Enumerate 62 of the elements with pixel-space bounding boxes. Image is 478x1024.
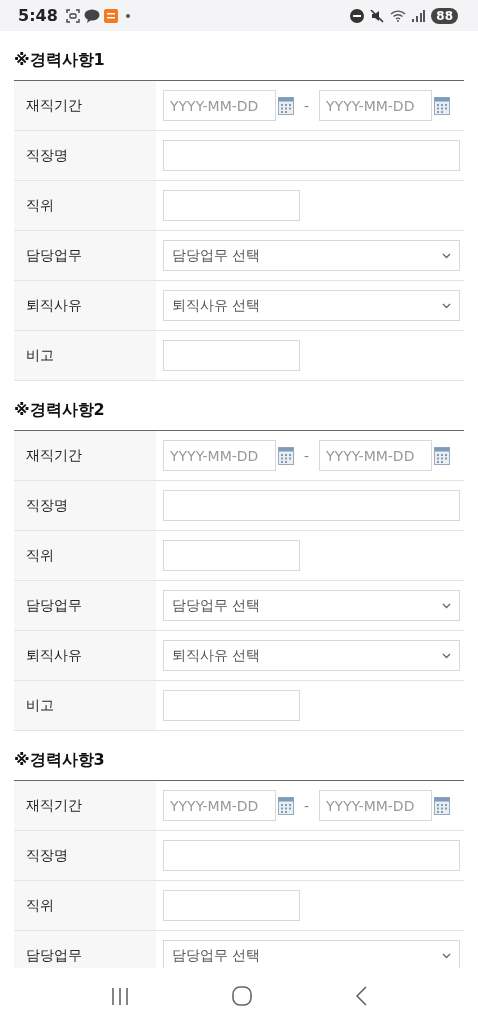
app-icon (103, 8, 118, 23)
chevron-down-icon (442, 252, 451, 259)
field-label: 담당업무 (26, 596, 82, 615)
notification-dot-icon (125, 13, 130, 18)
wifi-icon (390, 9, 407, 22)
calendar-icon[interactable] (434, 96, 451, 115)
input-field[interactable] (163, 840, 460, 871)
screenshot-icon (65, 8, 80, 23)
field-label: 재직기간 (26, 796, 82, 815)
field-label: 직위 (26, 896, 54, 915)
field-label: 비고 (26, 346, 54, 365)
date-field[interactable]: YYYY-MM-DD (319, 440, 433, 471)
field-label: 직장명 (26, 146, 68, 165)
date-field[interactable]: YYYY-MM-DD (163, 90, 276, 121)
date-field[interactable]: YYYY-MM-DD (163, 790, 276, 821)
dropdown[interactable]: 퇴직사유 선택 (163, 290, 460, 321)
dropdown[interactable]: 담당업무 선택 (163, 940, 460, 968)
home-icon[interactable] (232, 986, 252, 1006)
field-label: 직장명 (26, 846, 68, 865)
date-field[interactable]: YYYY-MM-DD (319, 90, 433, 121)
date-field[interactable]: YYYY-MM-DD (319, 790, 433, 821)
input-field[interactable] (163, 690, 300, 721)
dropdown[interactable]: 담당업무 선택 (163, 590, 460, 621)
field-label: 담당업무 (26, 946, 82, 965)
do-not-disturb-icon (350, 8, 365, 23)
clock: 5:48 (18, 6, 58, 25)
field-label: 재직기간 (26, 96, 82, 115)
field-label: 재직기간 (26, 446, 82, 465)
field-label: 직위 (26, 546, 54, 565)
recent-apps-icon[interactable] (111, 987, 130, 1005)
range-separator: - (304, 797, 310, 814)
chevron-down-icon (442, 652, 451, 659)
input-field[interactable] (163, 490, 460, 521)
chat-bubble-icon (83, 8, 100, 23)
dropdown[interactable]: 퇴직사유 선택 (163, 640, 460, 671)
calendar-icon[interactable] (434, 446, 451, 465)
chevron-down-icon (442, 952, 451, 959)
date-field[interactable]: YYYY-MM-DD (163, 440, 276, 471)
calendar-icon[interactable] (278, 446, 294, 465)
chevron-down-icon (442, 602, 451, 609)
input-field[interactable] (163, 340, 300, 371)
field-label: 비고 (26, 696, 54, 715)
field-label: 직장명 (26, 496, 68, 515)
field-label: 직위 (26, 196, 54, 215)
field-label: 담당업무 (26, 246, 82, 265)
dropdown[interactable]: 담당업무 선택 (163, 240, 460, 271)
input-field[interactable] (163, 140, 460, 171)
input-field[interactable] (163, 540, 300, 571)
back-icon[interactable] (354, 986, 367, 1006)
mute-icon (370, 8, 385, 23)
field-label: 퇴직사유 (26, 296, 82, 315)
chevron-down-icon (442, 302, 451, 309)
signal-icon (412, 9, 426, 22)
battery-level: 88 (431, 7, 458, 24)
input-field[interactable] (163, 190, 300, 221)
calendar-icon[interactable] (278, 796, 294, 815)
range-separator: - (304, 447, 310, 464)
calendar-icon[interactable] (278, 96, 294, 115)
input-field[interactable] (163, 890, 300, 921)
calendar-icon[interactable] (434, 796, 451, 815)
field-label: 퇴직사유 (26, 646, 82, 665)
range-separator: - (304, 97, 310, 114)
